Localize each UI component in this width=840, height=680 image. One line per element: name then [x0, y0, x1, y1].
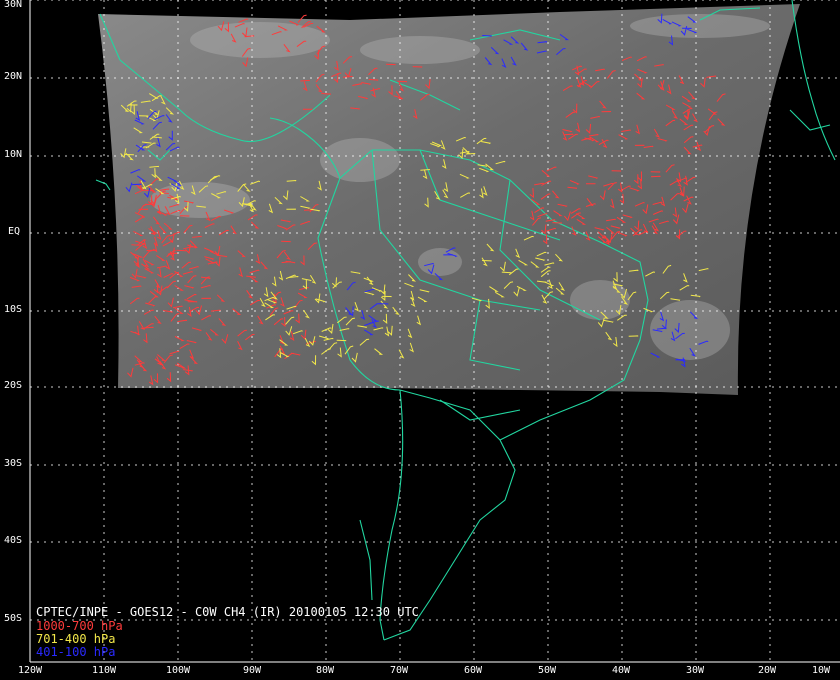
wind-barb [650, 175, 661, 178]
lat-label-40s: 40S [4, 535, 23, 546]
lon-label-110w: 110W [92, 665, 117, 676]
coastline-segment [383, 389, 516, 641]
wind-barb [144, 203, 155, 205]
coastline-segment [789, 109, 831, 131]
lon-label-80w: 80W [316, 665, 335, 676]
lon-label-10w: 10W [812, 665, 831, 676]
legend-low-level: 1000-700 hPa [36, 619, 123, 633]
coastline-segment [439, 399, 521, 421]
wind-barb [563, 133, 574, 136]
lon-label-30w: 30W [686, 665, 705, 676]
wind-barb [634, 144, 645, 146]
coastline-segment [791, 0, 836, 161]
wind-barb [201, 297, 211, 299]
wind-barb [131, 183, 142, 186]
cloud-patch [650, 300, 730, 360]
wind-barb [628, 335, 639, 337]
wind-barb [303, 209, 314, 211]
lat-label-30s: 30S [4, 458, 23, 469]
lat-label-30n: 30N [4, 0, 23, 10]
coastline-segment [95, 179, 111, 191]
wind-barb [127, 104, 138, 106]
coastline-segment [379, 389, 404, 641]
map-canvas [29, 0, 840, 663]
cloud-patch [360, 36, 480, 64]
legend-mid-level: 701-400 hPa [36, 632, 116, 646]
lat-label-20n: 20N [4, 71, 23, 82]
lon-label-90w: 90W [243, 665, 262, 676]
lon-label-20w: 20W [758, 665, 777, 676]
cloud-patch [418, 248, 462, 276]
lon-label-100w: 100W [166, 665, 191, 676]
lat-label-20s: 20S [4, 380, 23, 391]
lon-label-70w: 70W [390, 665, 409, 676]
cloud-patch [190, 22, 330, 58]
cloud-patch [630, 14, 770, 38]
lon-label-50w: 50W [538, 665, 557, 676]
lat-label-eq: EQ [8, 226, 21, 237]
wind-barb [286, 208, 296, 210]
lon-label-60w: 60W [464, 665, 483, 676]
lat-label-10n: 10N [4, 149, 23, 160]
legend-high-level: 401-100 hPa [36, 645, 116, 659]
lat-label-10s: 10S [4, 304, 23, 315]
coastline-segment [359, 519, 373, 601]
wind-barb [300, 79, 310, 82]
wind-barb [138, 208, 149, 210]
cloud-patch [150, 182, 250, 218]
lon-label-120w: 120W [18, 665, 43, 676]
product-title: CPTEC/INPE - GOES12 - C0W CH4 (IR) 20100… [36, 605, 419, 619]
ir-imagery-swath [98, 4, 800, 395]
lat-label-50s: 50S [4, 613, 23, 624]
lon-label-40w: 40W [612, 665, 631, 676]
wind-barb [601, 110, 612, 113]
satellite-wind-map: 30N 20N 10N EQ 10S 20S 30S 40S 50S 120W … [0, 0, 840, 680]
